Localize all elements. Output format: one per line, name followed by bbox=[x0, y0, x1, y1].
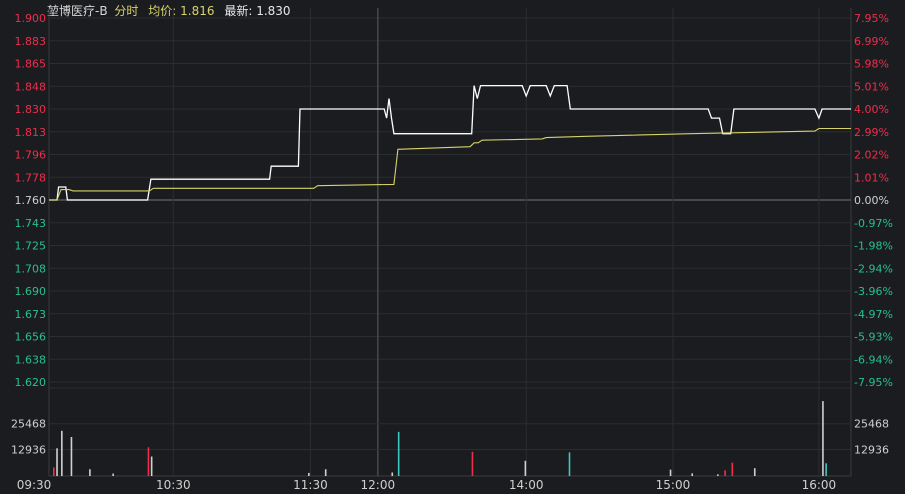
volume-bars bbox=[53, 401, 827, 476]
time-tick-label: 15:00 bbox=[656, 478, 691, 492]
price-tick-label: 1.673 bbox=[15, 308, 47, 321]
volume-tick-label-left: 12936 bbox=[11, 443, 46, 456]
percent-tick-label: 4.00% bbox=[854, 103, 889, 116]
time-tick-label: 12:00 bbox=[361, 478, 396, 492]
time-axis-labels: 09:30 10:30 11:30 12:00 14:00 15:00 16:00 bbox=[17, 478, 837, 492]
percent-tick-label: 6.99% bbox=[854, 35, 889, 48]
time-tick-label: 16:00 bbox=[802, 478, 837, 492]
percent-tick-label: -5.93% bbox=[854, 331, 893, 344]
price-line bbox=[49, 84, 851, 201]
percent-tick-label: 5.98% bbox=[854, 58, 889, 71]
volume-tick-label-right: 25468 bbox=[854, 418, 889, 431]
percent-tick-label: 1.01% bbox=[854, 171, 889, 184]
price-tick-label: 1.865 bbox=[15, 58, 47, 71]
price-tick-label: 1.796 bbox=[15, 149, 47, 162]
average-price-line bbox=[49, 127, 851, 201]
price-tick-label: 1.656 bbox=[15, 331, 47, 344]
price-tick-label: 1.813 bbox=[15, 126, 47, 139]
price-tick-label: 1.638 bbox=[15, 353, 47, 366]
percent-tick-label: -3.96% bbox=[854, 285, 893, 298]
price-series bbox=[49, 84, 851, 201]
volume-tick-label-left: 25468 bbox=[11, 418, 46, 431]
time-tick-label: 10:30 bbox=[156, 478, 191, 492]
price-tick-label: 1.743 bbox=[15, 217, 47, 230]
price-tick-label: 1.830 bbox=[15, 103, 47, 116]
price-tick-label: 1.760 bbox=[15, 194, 47, 207]
price-tick-label: 1.848 bbox=[15, 80, 47, 93]
percent-tick-label: -0.97% bbox=[854, 217, 893, 230]
price-tick-label: 1.883 bbox=[15, 35, 47, 48]
time-tick-label: 09:30 bbox=[17, 478, 52, 492]
percent-tick-label: -1.98% bbox=[854, 240, 893, 253]
price-tick-label: 1.778 bbox=[15, 171, 47, 184]
time-tick-label: 14:00 bbox=[509, 478, 544, 492]
percent-tick-label: 2.99% bbox=[854, 126, 889, 139]
percent-tick-label: -2.94% bbox=[854, 262, 893, 275]
price-tick-label: 1.708 bbox=[15, 262, 47, 275]
percent-axis-labels: 7.95% 6.99% 5.98% 5.01% 4.00% 2.99% 2.02% 1.01%… bbox=[854, 12, 893, 389]
percent-tick-label: 7.95% bbox=[854, 12, 889, 25]
percent-tick-label: 5.01% bbox=[854, 80, 889, 93]
percent-tick-label: 2.02% bbox=[854, 149, 889, 162]
price-axis-labels: 1.900 1.883 1.865 1.848 1.830 1.813 1.796 1.778… bbox=[15, 12, 47, 389]
percent-tick-label: -7.95% bbox=[854, 376, 893, 389]
time-tick-label: 11:30 bbox=[293, 478, 328, 492]
percent-tick-label: -4.97% bbox=[854, 308, 893, 321]
price-tick-label: 1.725 bbox=[15, 240, 47, 253]
chart-grid bbox=[48, 8, 852, 477]
percent-tick-label: -6.94% bbox=[854, 353, 893, 366]
price-tick-label: 1.900 bbox=[15, 12, 47, 25]
volume-tick-label-right: 12936 bbox=[854, 443, 889, 456]
price-tick-label: 1.620 bbox=[15, 376, 47, 389]
intraday-chart[interactable]: 1.900 1.883 1.865 1.848 1.830 1.813 1.796 1.778… bbox=[0, 0, 905, 494]
percent-tick-label: 0.00% bbox=[854, 194, 889, 207]
price-tick-label: 1.690 bbox=[15, 285, 47, 298]
